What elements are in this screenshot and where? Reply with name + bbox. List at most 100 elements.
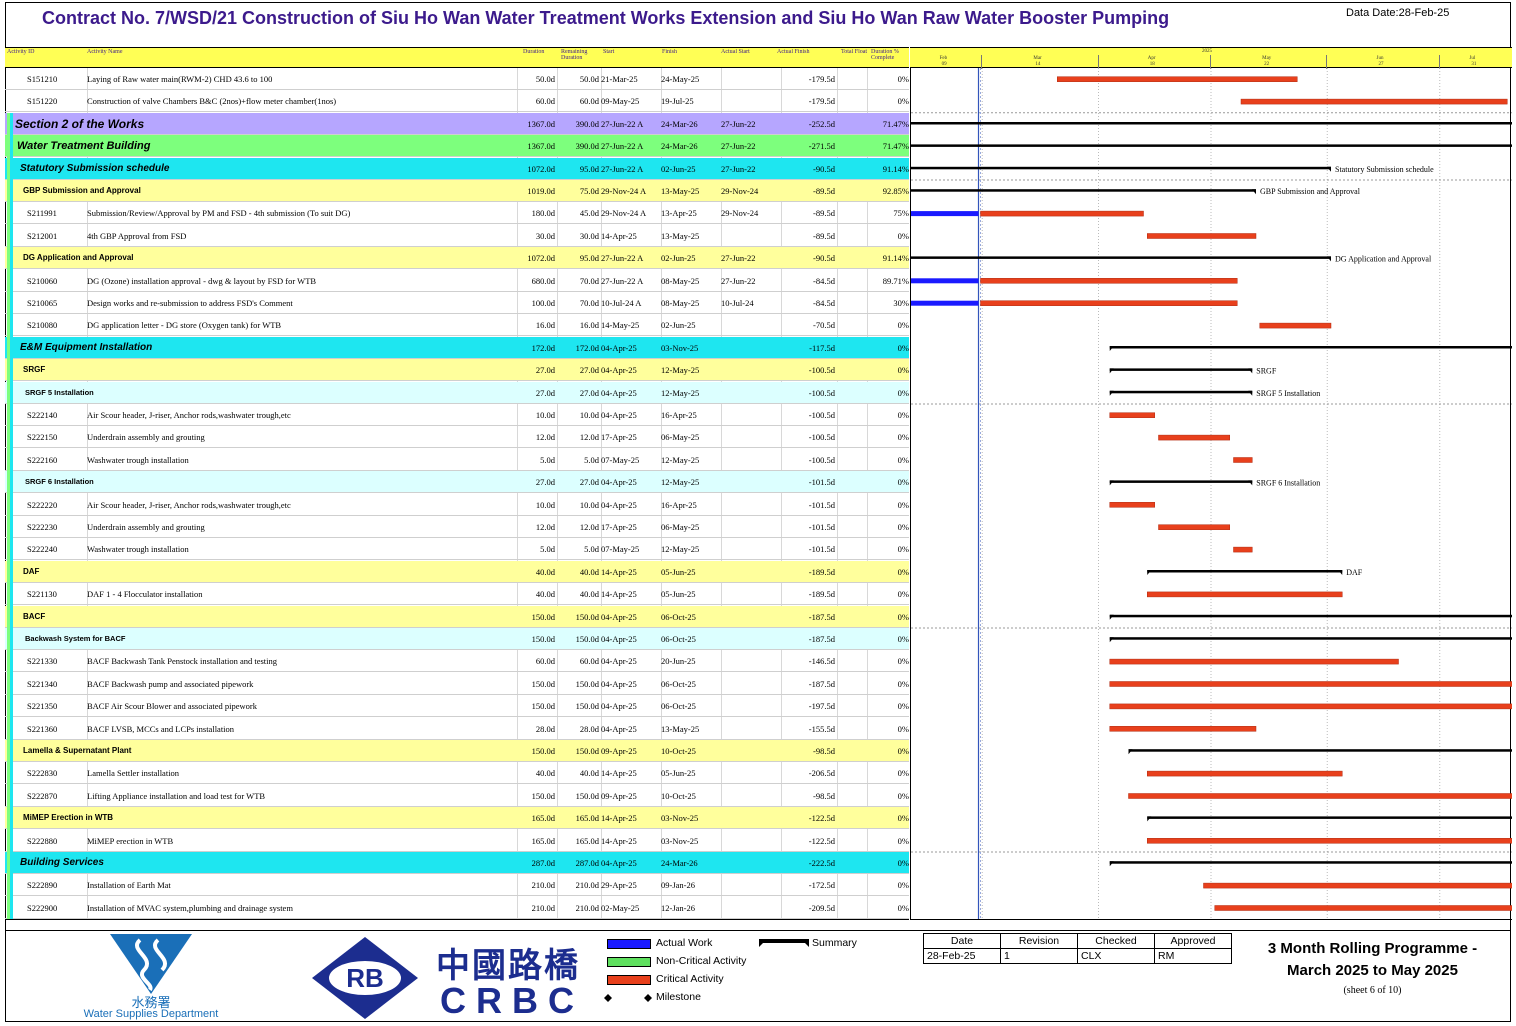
- cell-finish: 06-Oct-25: [661, 611, 696, 622]
- cell-id: S151210: [27, 74, 58, 84]
- wbs-group-row[interactable]: Building Services 287.0d 287.0d 04-Apr-25 24…: [5, 852, 909, 874]
- cell-finish: 03-Nov-25: [661, 342, 699, 353]
- activity-row[interactable]: S151220 Construction of valve Chambers B&…: [5, 90, 909, 113]
- wbs-group-row[interactable]: DG Application and Approval 1072.0d 95.0d 2…: [5, 247, 909, 270]
- activity-row[interactable]: S151210 Laying of Raw water main(RWM-2) C…: [5, 68, 909, 90]
- activity-row[interactable]: S222890 Installation of Earth Mat 210.0d 21…: [5, 874, 909, 897]
- table-header: Activity ID Activity Name Duration Remai…: [5, 47, 909, 68]
- cell-id: S221360: [27, 723, 58, 734]
- activity-row[interactable]: S210060 DG (Ozone) installation approval …: [5, 270, 909, 292]
- cell-orig: 27.0d: [535, 477, 555, 488]
- cell-astart: [721, 628, 781, 650]
- cell-float: -89.5d: [813, 208, 835, 219]
- wbs-group-row[interactable]: Statutory Submission schedule 1072.0d 95.0…: [5, 157, 909, 180]
- activity-row[interactable]: S221330 BACF Backwash Tank Penstock insta…: [5, 650, 909, 673]
- cell-float: -187.5d: [808, 634, 835, 644]
- col-afinish-header[interactable]: Actual Finish: [777, 49, 827, 55]
- cell-id: S222160: [27, 454, 58, 465]
- cell-orig: 5.0d: [540, 454, 555, 465]
- activity-row[interactable]: S222140 Air Scour header, J-riser, Anchor…: [5, 404, 909, 426]
- month-divider: [1438, 55, 1440, 69]
- cell-start: 27-Jun-22 A: [601, 275, 644, 286]
- col-rem-header[interactable]: Remaining Duration: [561, 49, 599, 61]
- cell-astart: [721, 673, 781, 695]
- cell-orig: 10.0d: [535, 499, 555, 510]
- col-finish-header[interactable]: Finish: [662, 49, 712, 55]
- activity-row[interactable]: S221350 BACF Air Scour Blower and associa…: [5, 695, 909, 718]
- cell-pct: 30%: [893, 298, 909, 308]
- wbs-group-row[interactable]: SRGF 6 Installation 27.0d 27.0d 04-Apr-25 12…: [5, 471, 909, 494]
- activity-row[interactable]: S221360 BACF LVSB, MCCs and LCPs installa…: [5, 718, 909, 740]
- cell-rem: 390.0d: [575, 118, 599, 129]
- cell-rem: 16.0d: [579, 320, 599, 331]
- activity-row[interactable]: S222220 Air Scour header, J-riser, Anchor…: [5, 494, 909, 516]
- cell-rem: 150.0d: [575, 634, 599, 644]
- month-divider: [1210, 55, 1211, 69]
- cell-astart: [721, 740, 781, 762]
- wbs-group-row[interactable]: Water Treatment Building 1367.0d 390.0d 27-…: [5, 135, 909, 158]
- activity-row[interactable]: S221340 BACF Backwash pump and associated…: [5, 673, 909, 695]
- month-divider: [981, 55, 983, 69]
- cell-rem: 172.0d: [575, 342, 599, 353]
- wbs-group-row[interactable]: GBP Submission and Approval 1019.0d 75.0d 2…: [5, 180, 909, 202]
- cell-finish: 05-Jun-25: [661, 768, 696, 779]
- col-id-header[interactable]: Activity ID: [7, 49, 67, 55]
- activity-row[interactable]: S222230 Underdrain assembly and grouting 1…: [5, 516, 909, 538]
- col-astart-header[interactable]: Actual Start: [721, 49, 771, 55]
- cell-float: -172.5d: [808, 880, 835, 891]
- wsd-logo-icon: [110, 934, 192, 994]
- cell-finish: 02-Jun-25: [661, 253, 696, 264]
- activity-row[interactable]: S222240 Washwater trough installation 5.0d…: [5, 538, 909, 561]
- cell-astart: [721, 225, 781, 247]
- cell-finish: 16-Apr-25: [661, 410, 697, 420]
- cell-pct: 75%: [893, 208, 909, 219]
- cell-orig: 165.0d: [531, 835, 555, 846]
- activity-row[interactable]: S222900 Installation of MVAC system,plumb…: [5, 897, 909, 919]
- cell-orig: 60.0d: [535, 96, 555, 107]
- activity-row[interactable]: S222160 Washwater trough installation 5.0d…: [5, 449, 909, 471]
- cell-rem: 5.0d: [584, 544, 599, 555]
- wbs-group-row[interactable]: Backwash System for BACF 150.0d 150.0d 04-A…: [5, 628, 909, 650]
- wbs-group-row[interactable]: MiMEP Erection in WTB 165.0d 165.0d 14-Apr-…: [5, 807, 909, 830]
- month-divider: [1326, 55, 1328, 69]
- cell-start: 27-Jun-22 A: [601, 118, 644, 129]
- wbs-group-row[interactable]: Lamella & Supernatant Plant 150.0d 150.0d 0…: [5, 740, 909, 762]
- rev-header-checked: Checked: [1077, 933, 1155, 949]
- cell-id: S210060: [27, 275, 58, 286]
- col-float-header[interactable]: Total Float: [841, 49, 871, 55]
- cell-orig: 165.0d: [531, 813, 555, 824]
- cell-rem: 150.0d: [575, 790, 599, 801]
- activity-row[interactable]: S212001 4th GBP Approval from FSD 30.0d 30.…: [5, 225, 909, 247]
- wbs-group-row[interactable]: Section 2 of the Works 1367.0d 390.0d 27-Ju…: [5, 112, 909, 135]
- wbs-group-row[interactable]: DAF 40.0d 40.0d 14-Apr-25 05-Jun-25 -189.5d 0%: [5, 560, 909, 583]
- cell-pct: 0%: [897, 835, 909, 846]
- programme-line1: 3 Month Rolling Programme -: [1267, 940, 1478, 957]
- cell-start: 14-Apr-25: [601, 813, 637, 824]
- col-pct-header[interactable]: Duration % Complete: [871, 49, 909, 61]
- cell-pct: 0%: [897, 342, 909, 353]
- cell-finish: 13-May-25: [661, 723, 700, 734]
- cell-astart: [721, 606, 781, 628]
- activity-row[interactable]: S221130 DAF 1 - 4 Flocculator installatio…: [5, 583, 909, 606]
- col-orig-header[interactable]: Duration: [523, 49, 555, 55]
- cell-float: -179.5d: [808, 96, 835, 107]
- activity-row[interactable]: S210080 DG application letter - DG store …: [5, 314, 909, 337]
- col-name-header[interactable]: Activity Name: [87, 49, 167, 55]
- activity-row[interactable]: S222830 Lamella Settler installation 40.0d…: [5, 762, 909, 785]
- summary-bar: [1147, 816, 1512, 819]
- cell-finish: 06-Oct-25: [661, 701, 696, 712]
- activity-row[interactable]: S210065 Design works and re-submission to…: [5, 292, 909, 314]
- cell-astart: [721, 807, 781, 829]
- activity-row[interactable]: S211991 Submission/Review/Approval by PM …: [5, 202, 909, 225]
- critical-activity-bar: [1109, 658, 1399, 665]
- col-start-header[interactable]: Start: [603, 49, 653, 55]
- wbs-group-row[interactable]: BACF 150.0d 150.0d 04-Apr-25 06-Oct-25 -187.5…: [5, 605, 909, 628]
- wbs-group-row[interactable]: SRGF 27.0d 27.0d 04-Apr-25 12-May-25 -100.5d 0…: [5, 359, 909, 382]
- activity-row[interactable]: S222870 Lifting Appliance installation an…: [5, 785, 909, 807]
- activity-row[interactable]: S222880 MiMEP erection in WTB 165.0d 165.0d…: [5, 830, 909, 852]
- cell-finish: 13-May-25: [661, 230, 700, 241]
- cell-astart: 27-Jun-22: [721, 253, 756, 264]
- wbs-group-row[interactable]: E&M Equipment Installation 172.0d 172.0d 04…: [5, 336, 909, 359]
- activity-row[interactable]: S222150 Underdrain assembly and grouting 1…: [5, 426, 909, 449]
- wbs-group-row[interactable]: SRGF 5 Installation 27.0d 27.0d 04-Apr-25 12…: [5, 381, 909, 404]
